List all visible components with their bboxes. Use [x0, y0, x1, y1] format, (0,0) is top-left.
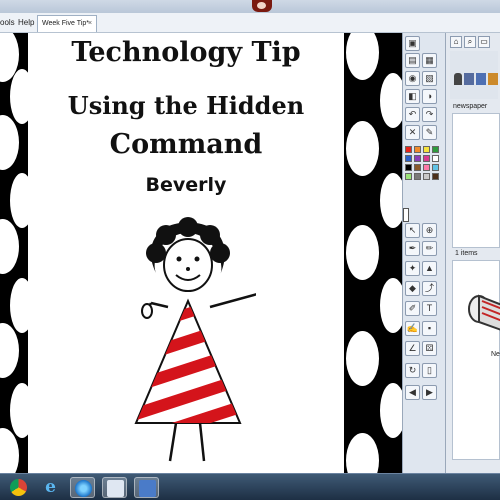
slide-title: Technology Tip [71, 37, 301, 68]
color-swatch[interactable] [405, 146, 412, 153]
menubar: ools Help Week Five Tip* × [0, 13, 500, 33]
resource-home-icon[interactable]: ⌂ [450, 36, 462, 48]
slide-author: Beverly [145, 174, 227, 196]
highlighter-icon[interactable]: ✏ [422, 241, 437, 256]
ie-icon[interactable]: e [38, 477, 63, 498]
rotate-icon[interactable]: ↻ [405, 363, 420, 378]
color-swatch[interactable] [414, 173, 421, 180]
screen: ools Help Week Five Tip* × Technology Ti… [0, 0, 500, 500]
save-icon[interactable]: ▪ [422, 321, 437, 336]
right-dot-border [344, 33, 402, 473]
select-icon[interactable]: ↖ [405, 223, 420, 238]
color-swatch[interactable] [414, 155, 421, 162]
search-field[interactable]: newspaper [453, 103, 487, 110]
color-swatch[interactable] [405, 164, 412, 171]
window-title-strip [0, 0, 500, 13]
ruler-icon[interactable]: ∠ [405, 341, 420, 356]
results-count: 1 items [455, 250, 478, 257]
marker-icon[interactable]: ✐ [405, 301, 420, 316]
shape-icon[interactable]: ◆ [405, 281, 420, 296]
color-swatch[interactable] [405, 173, 412, 180]
color-swatch[interactable] [432, 164, 439, 171]
color-swatch[interactable] [432, 173, 439, 180]
flipchart-page[interactable]: Technology Tip Using the Hidden Command … [0, 33, 402, 473]
undo-icon[interactable]: ↶ [405, 107, 420, 122]
color-swatch[interactable] [423, 146, 430, 153]
tab-label: Week Five Tip* [42, 20, 89, 27]
tab-week-five-tip[interactable]: Week Five Tip* × [37, 15, 97, 32]
redo-icon[interactable]: ↷ [422, 107, 437, 122]
girl-drawing [134, 217, 256, 462]
browser-tabs [450, 51, 498, 99]
slide-subtitle-line2: Command [109, 129, 263, 160]
grid-icon[interactable]: ▧ [422, 71, 437, 86]
app-logo-icon [252, 0, 272, 12]
promethean-icon[interactable] [134, 477, 159, 498]
connector-icon[interactable]: ⤴ [422, 281, 437, 296]
desktop-icon[interactable]: ▤ [405, 53, 420, 68]
menu-tools[interactable]: ools [0, 18, 15, 27]
color-swatch[interactable] [414, 164, 421, 171]
resource-browser-panel: ⌂ ⌕ ▭ newspaper 1 items Ne [446, 33, 500, 473]
pen-width-slider[interactable] [403, 208, 409, 222]
color-swatch[interactable] [432, 155, 439, 162]
clear-icon[interactable]: ✎ [422, 125, 437, 140]
result-label: Ne [491, 351, 500, 358]
camera-icon[interactable]: ◉ [405, 71, 420, 86]
newspaper-thumbnail[interactable] [467, 287, 500, 333]
chrome-icon[interactable] [6, 477, 31, 498]
window-icon[interactable]: ▣ [405, 36, 420, 51]
slide-content: Technology Tip Using the Hidden Command … [28, 33, 344, 473]
media-player-icon[interactable] [70, 477, 95, 498]
magic-ink-icon[interactable]: ✦ [405, 261, 420, 276]
spotlight-icon[interactable]: ◑ [422, 89, 437, 104]
handwriting-icon[interactable]: ✍ [405, 321, 420, 336]
left-dot-border [0, 33, 34, 473]
zoom-icon[interactable]: ⊕ [422, 223, 437, 238]
color-swatch[interactable] [432, 146, 439, 153]
fill-icon[interactable]: ▲ [422, 261, 437, 276]
previous-page-icon[interactable]: ◀ [405, 385, 420, 400]
tab-close-icon[interactable]: × [88, 20, 92, 27]
resource-folder-icon[interactable]: ▭ [478, 36, 490, 48]
resource-search-icon[interactable]: ⌕ [464, 36, 476, 48]
menu-help[interactable]: Help [18, 18, 34, 27]
color-swatch[interactable] [423, 173, 430, 180]
main-toolbox: ▣ ▤ ▦ ◉ ▧ ◧ ◑ ↶ ↷ ✕ ✎ ↖ ⊕ ✒ ✏ ✦ ▲ ◆ ⤴ ✐ … [402, 33, 446, 473]
dice-icon[interactable]: ⚄ [422, 341, 437, 356]
paint-icon[interactable] [102, 477, 127, 498]
search-results-tree [452, 113, 500, 248]
windows-taskbar: e [0, 473, 500, 500]
next-page-icon[interactable]: ▶ [422, 385, 437, 400]
slide-subtitle-line1: Using the Hidden [67, 91, 305, 120]
reveal-icon[interactable]: ◧ [405, 89, 420, 104]
color-swatch[interactable] [423, 155, 430, 162]
page-icon[interactable]: ▯ [422, 363, 437, 378]
screen-icon[interactable]: ▦ [422, 53, 437, 68]
eraser-icon[interactable]: ✕ [405, 125, 420, 140]
results-thumbnails: Ne [452, 260, 500, 460]
color-swatch[interactable] [405, 155, 412, 162]
text-icon[interactable]: T [422, 301, 437, 316]
pen-icon[interactable]: ✒ [405, 241, 420, 256]
color-swatch[interactable] [423, 164, 430, 171]
color-swatch[interactable] [414, 146, 421, 153]
